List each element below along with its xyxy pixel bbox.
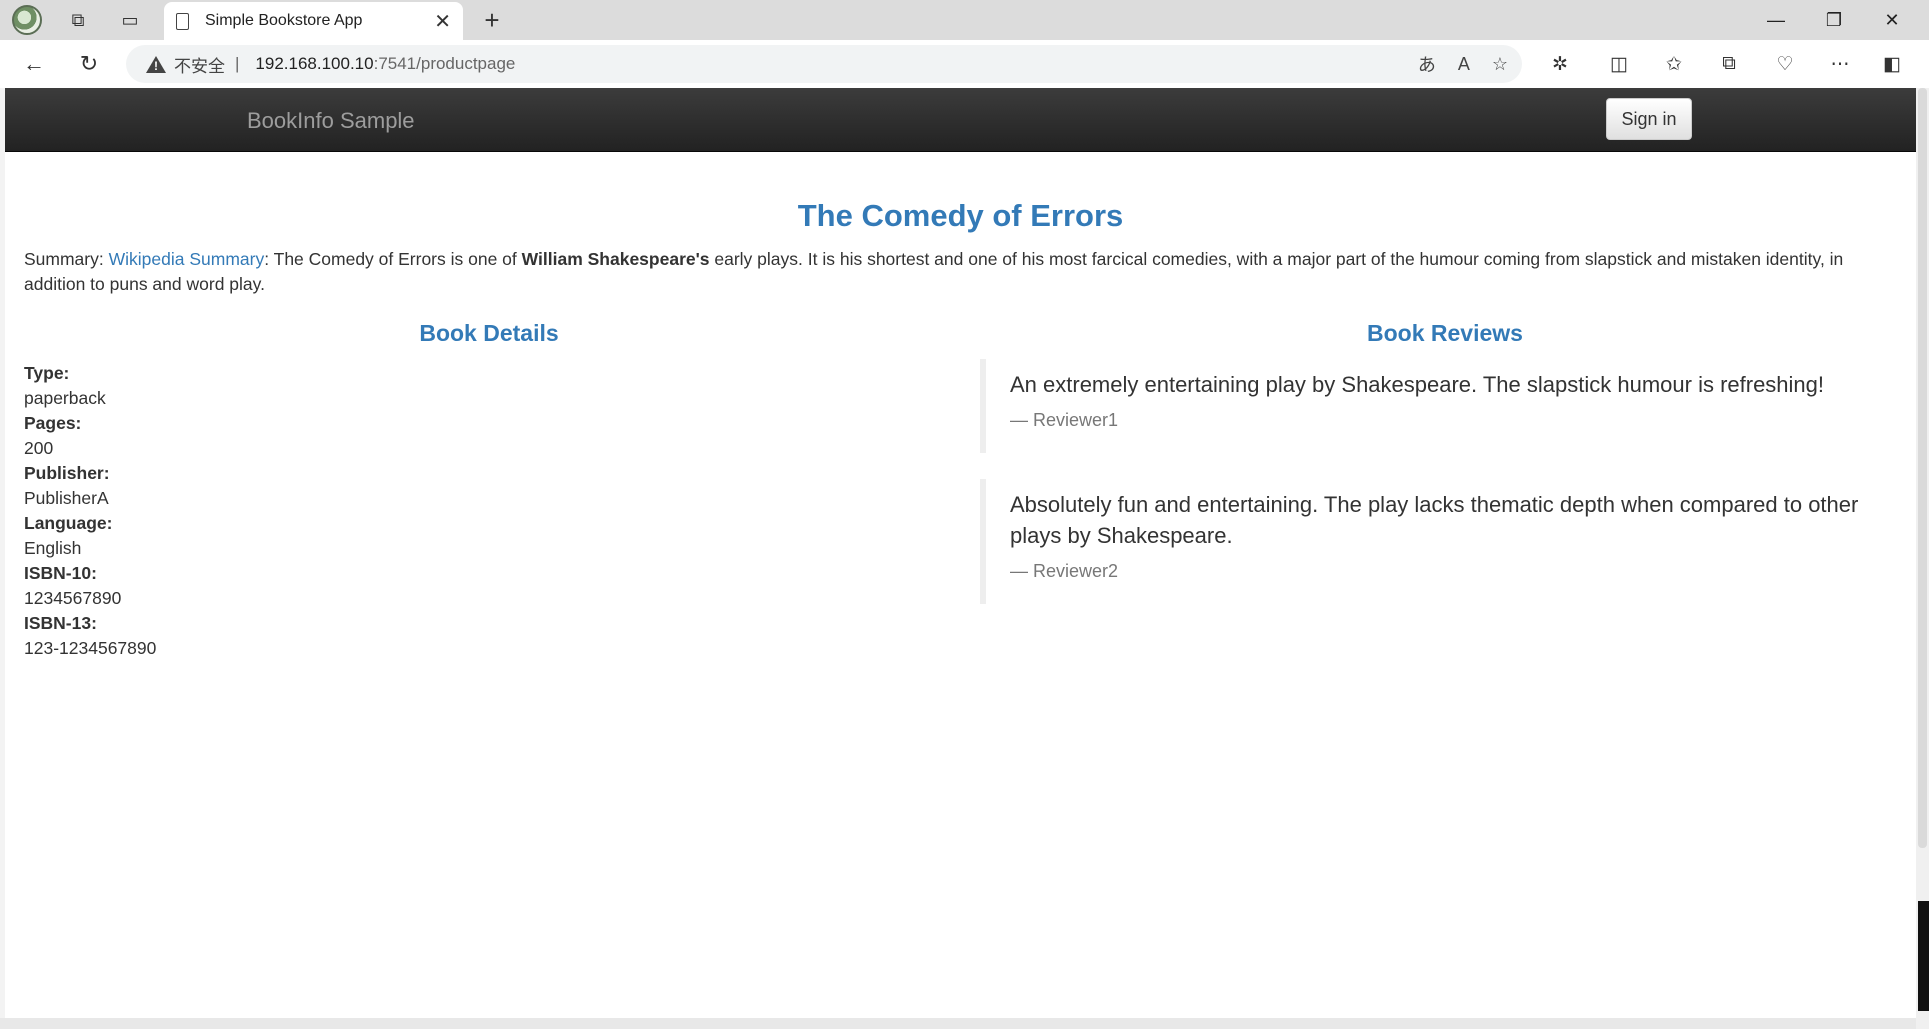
split-screen-icon[interactable]: ◫ [1601,46,1637,82]
sign-in-button[interactable]: Sign in [1606,98,1692,140]
more-icon[interactable]: ⋯ [1822,46,1858,82]
detail-value-isbn10: 1234567890 [24,588,122,608]
summary-author: William Shakespeare's [521,249,710,269]
collections-icon[interactable]: ⧉ [1711,46,1747,82]
scrollbar-overlay [1918,901,1929,1011]
security-label[interactable]: 不安全 [174,52,225,77]
restore-icon[interactable]: ❐ [1806,0,1862,40]
summary-prefix: Summary: [24,249,109,269]
review-author: — Reviewer2 [1010,561,1119,581]
vertical-tabs-icon[interactable]: ▭ [112,2,148,38]
detail-label-isbn13: ISBN-13: [24,613,97,633]
page-viewport: BookInfo Sample Sign in The Comedy of Er… [5,88,1916,1018]
translate-icon[interactable]: あ [1418,51,1436,77]
tab-active[interactable]: Simple Bookstore App ✕ [164,2,463,40]
close-icon[interactable]: ✕ [434,9,451,34]
detail-label-publisher: Publisher: [24,463,110,483]
url-host: 192.168.100.10 [255,54,374,73]
detail-label-type: Type: [24,363,70,383]
window-close-icon[interactable]: ✕ [1864,0,1920,40]
site-navbar: BookInfo Sample Sign in [5,88,1916,152]
detail-label-pages: Pages: [24,413,82,433]
page-scrollbar[interactable] [1916,88,1929,1029]
url-field[interactable]: 不安全 | 192.168.100.10:7541/productpage あ … [126,45,1522,83]
brand-link[interactable]: BookInfo Sample [247,108,415,134]
book-reviews-heading: Book Reviews [1367,320,1523,346]
review-text: An extremely entertaining play by Shakes… [1010,372,1825,397]
profile-icon[interactable] [12,5,42,35]
refresh-icon[interactable]: ↻ [71,46,107,82]
detail-label-isbn10: ISBN-10: [24,563,97,583]
extensions-icon[interactable]: ✲ [1542,46,1578,82]
url-separator: | [235,54,240,73]
warning-icon[interactable] [146,55,166,73]
sidebar-icon[interactable]: ◧ [1874,46,1910,82]
favorites-icon[interactable]: ✩ [1656,46,1692,82]
review-item: Absolutely fun and entertaining. The pla… [980,479,1860,604]
performance-icon[interactable]: ♡ [1767,46,1803,82]
detail-value-publisher: PublisherA [24,488,109,508]
summary-text-1: : The Comedy of Errors is one of [264,249,522,269]
book-summary: Summary: Wikipedia Summary: The Comedy o… [24,247,1904,297]
read-aloud-icon[interactable]: A [1458,54,1470,75]
detail-value-language: English [24,538,82,558]
address-bar: ← ↻ 不安全 | 192.168.100.10:7541/productpag… [0,40,1929,88]
detail-value-type: paperback [24,388,106,408]
back-icon[interactable]: ← [16,46,52,82]
review-author: — Reviewer1 [1010,410,1119,430]
review-text: Absolutely fun and entertaining. The pla… [1010,492,1859,548]
favorite-icon[interactable]: ☆ [1492,54,1508,75]
bottom-edge [0,1018,1916,1029]
scrollbar-thumb[interactable] [1918,88,1927,848]
detail-value-pages: 200 [24,438,54,458]
wikipedia-summary-link[interactable]: Wikipedia Summary [109,249,265,269]
review-item: An extremely entertaining play by Shakes… [980,359,1860,453]
new-tab-icon[interactable]: + [474,2,510,38]
page-title: The Comedy of Errors [797,198,1124,233]
detail-label-language: Language: [24,513,113,533]
workspaces-icon[interactable]: ⧉ [60,2,96,38]
book-details-list: Type: paperback Pages: 200 Publisher: Pu… [24,361,156,661]
book-details-heading: Book Details [419,320,559,346]
tab-title: Simple Bookstore App [205,12,363,29]
tab-bar: ⧉ ▭ Simple Bookstore App ✕ + — ❐ ✕ [0,0,1929,40]
url-path: :7541/productpage [373,54,516,73]
minimize-icon[interactable]: — [1748,0,1804,40]
page-icon [176,12,189,30]
detail-value-isbn13: 123-1234567890 [24,638,157,658]
